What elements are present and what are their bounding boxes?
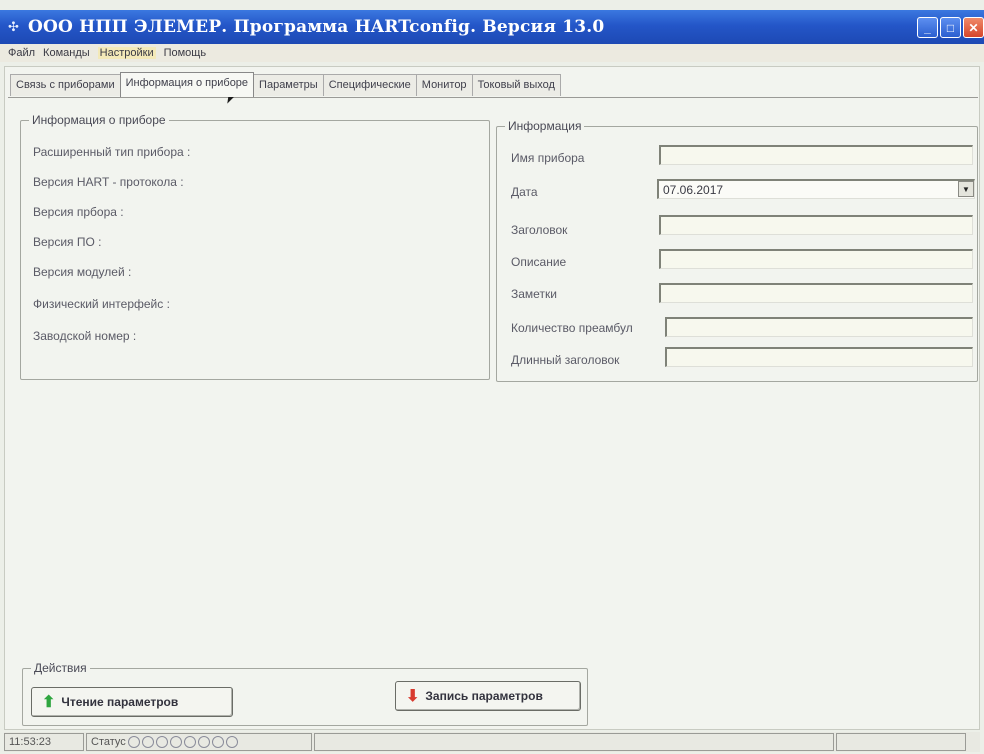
- tab-strip: Связь с приборами Информация о приборе П…: [10, 72, 561, 97]
- tab-parameters[interactable]: Параметры: [253, 74, 324, 96]
- date-value: 07.06.2017: [663, 183, 724, 197]
- info-group: Информация Имя прибора Дата 07.06.2017 ▼…: [496, 119, 978, 382]
- status-indicators: Статус: [86, 733, 312, 751]
- menu-bar: Файл Команды Настройки Помощь: [0, 44, 984, 62]
- device-info-row: Версия модулей :: [33, 265, 132, 279]
- write-parameters-label: Запись параметров: [425, 689, 543, 703]
- device-info-group: Информация о приборе Расширенный тип при…: [20, 113, 490, 380]
- actions-title: Действия: [31, 661, 90, 675]
- menu-help[interactable]: Помощь: [164, 47, 207, 59]
- date-combo[interactable]: 07.06.2017 ▼: [657, 179, 975, 199]
- status-extra: [836, 733, 966, 751]
- tab-current-output[interactable]: Токовый выход: [471, 74, 561, 96]
- status-led-icon: [211, 736, 224, 748]
- tab-divider: [8, 97, 978, 98]
- device-info-row: Расширенный тип прибора :: [33, 145, 191, 159]
- status-led-icon: [225, 736, 238, 748]
- window-controls: _ □ ✕: [917, 17, 984, 38]
- menu-file[interactable]: Файл: [8, 47, 35, 59]
- status-led-icon: [169, 736, 182, 748]
- preambles-input[interactable]: [665, 317, 973, 337]
- device-name-label: Имя прибора: [511, 151, 585, 165]
- status-led-icon: [127, 736, 140, 748]
- status-led-icon: [141, 736, 154, 748]
- preambles-label: Количество преамбул: [511, 321, 633, 335]
- header-label: Заголовок: [511, 223, 568, 237]
- description-input[interactable]: [659, 249, 973, 269]
- device-info-row: Версия прбора :: [33, 205, 124, 219]
- info-title: Информация: [505, 119, 585, 133]
- header-input[interactable]: [659, 215, 973, 235]
- device-name-input[interactable]: [659, 145, 973, 165]
- description-label: Описание: [511, 255, 567, 269]
- device-info-row: Заводской номер :: [33, 329, 137, 343]
- chevron-down-icon[interactable]: ▼: [958, 181, 974, 197]
- menu-commands[interactable]: Команды: [43, 47, 90, 59]
- app-window: ✣ ООО НПП ЭЛЕМЕР. Программа HARTconfig. …: [0, 0, 984, 754]
- status-message: [314, 733, 834, 751]
- menu-settings[interactable]: Настройки: [97, 47, 156, 59]
- arrow-up-green-icon: ⬆: [42, 694, 56, 711]
- arrow-down-red-icon: ⬇: [406, 688, 420, 705]
- tab-monitor[interactable]: Монитор: [415, 74, 473, 96]
- close-button[interactable]: ✕: [963, 17, 984, 38]
- tab-device-info[interactable]: Информация о приборе: [119, 72, 255, 97]
- long-header-label: Длинный заголовок: [511, 353, 620, 367]
- app-icon: ✣: [8, 19, 19, 34]
- status-led-icon: [197, 736, 210, 748]
- maximize-icon: □: [946, 20, 955, 35]
- minimize-button[interactable]: _: [917, 17, 938, 38]
- device-info-title: Информация о приборе: [29, 113, 169, 127]
- device-info-row: Версия HART - протокола :: [33, 175, 184, 189]
- device-info-row: Физический интерфейс :: [33, 297, 170, 311]
- close-icon: ✕: [968, 20, 979, 35]
- notes-label: Заметки: [511, 287, 557, 301]
- status-time: 11:53:23: [4, 733, 84, 751]
- notes-input[interactable]: [659, 283, 973, 303]
- device-info-row: Версия ПО :: [33, 235, 102, 249]
- maximize-button[interactable]: □: [940, 17, 961, 38]
- read-parameters-label: Чтение параметров: [61, 695, 179, 709]
- actions-group: Действия ⬆ Чтение параметров ⬇ Запись па…: [22, 661, 588, 726]
- title-bar[interactable]: ✣ ООО НПП ЭЛЕМЕР. Программа HARTconfig. …: [0, 10, 984, 44]
- status-label: Статус: [91, 736, 126, 748]
- status-led-icon: [155, 736, 168, 748]
- tab-connection[interactable]: Связь с приборами: [10, 74, 121, 96]
- date-label: Дата: [511, 185, 538, 199]
- window-title: ООО НПП ЭЛЕМЕР. Программа HARTconfig. Ве…: [28, 17, 605, 37]
- minimize-icon: _: [924, 20, 931, 35]
- write-parameters-button[interactable]: ⬇ Запись параметров: [395, 681, 581, 711]
- read-parameters-button[interactable]: ⬆ Чтение параметров: [31, 687, 233, 717]
- long-header-input[interactable]: [665, 347, 973, 367]
- status-bar: 11:53:23 Статус: [4, 732, 980, 752]
- tab-specific[interactable]: Специфические: [322, 74, 417, 96]
- status-led-icon: [183, 736, 196, 748]
